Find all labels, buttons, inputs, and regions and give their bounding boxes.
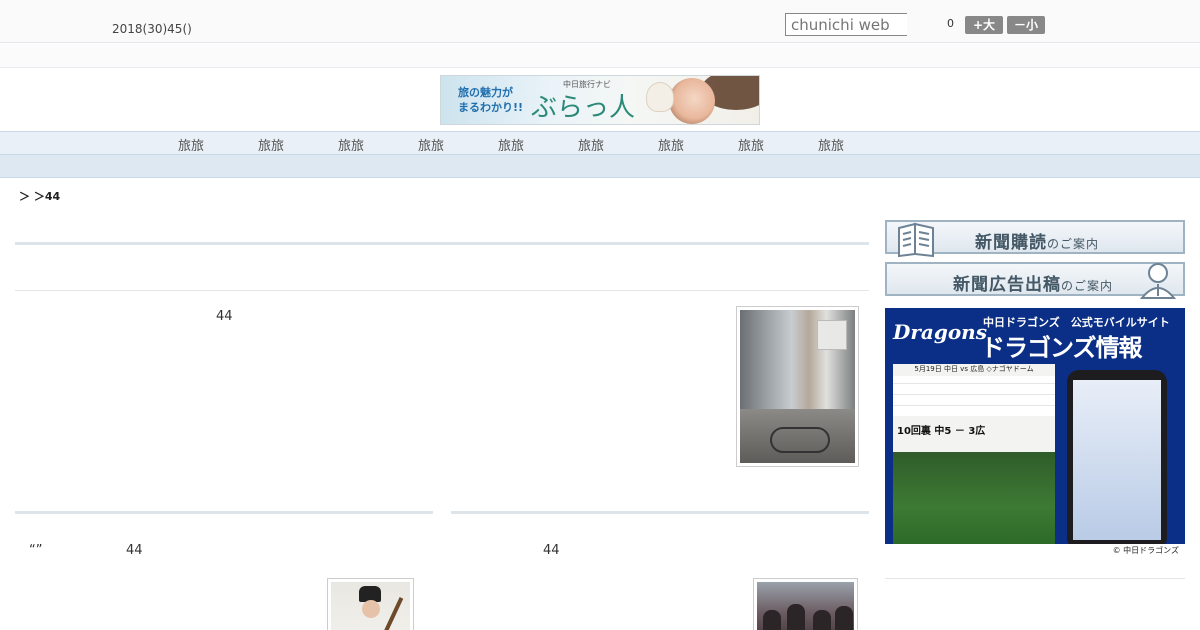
section-divider-thin xyxy=(15,290,869,291)
left-card-divider xyxy=(15,511,433,514)
banner-brand: ぶらっ人 xyxy=(531,93,636,123)
guitar-neck xyxy=(382,597,404,630)
scoreboard-grid xyxy=(893,376,1055,416)
ad-label: 新聞広告出稿のご案内 xyxy=(953,275,1114,295)
nav-item-4[interactable]: 旅旅 xyxy=(418,135,444,154)
travel-banner-ad[interactable]: 旅の魅力が まるわかり!! 中日旅行ナビ ぶらっ人 xyxy=(440,75,760,125)
shopping-street-photo xyxy=(740,310,855,463)
left-card-number: 44 xyxy=(126,543,143,558)
dragons-copyright: © 中日ドラゴンズ xyxy=(885,544,1185,558)
game-line: 5月19日 中日 vs 広島 ◇ナゴヤドーム xyxy=(914,365,1034,373)
nav-item-9[interactable]: 旅旅 xyxy=(818,135,844,154)
font-smaller-button[interactable]: －小 xyxy=(1007,16,1045,34)
person xyxy=(813,610,831,630)
baseball-field xyxy=(893,452,1055,544)
nav-item-7[interactable]: 旅旅 xyxy=(658,135,684,154)
header-date: 2018(30)45() xyxy=(112,22,192,36)
nav-item-1[interactable]: 旅旅 xyxy=(178,135,204,154)
main-article-photo[interactable] xyxy=(736,306,859,467)
person xyxy=(787,604,805,630)
person-icon xyxy=(1139,263,1177,299)
left-card-photo[interactable] xyxy=(327,578,414,630)
breadcrumb[interactable]: ＞ ＞44 xyxy=(19,188,60,204)
phone-screen xyxy=(1073,380,1161,540)
dragons-mobile-site-ad[interactable]: Dragons 中日ドラゴンズ 公式モバイルサイト ドラゴンズ情報 5月19日 … xyxy=(885,308,1185,558)
banner-model-face xyxy=(669,78,715,124)
person xyxy=(763,610,781,630)
newspaper-subscription-button[interactable]: 新聞購読のご案内 xyxy=(885,220,1185,258)
sub-nav xyxy=(0,155,1200,178)
shell-icon xyxy=(646,82,674,112)
right-card-divider xyxy=(451,511,869,514)
right-card-photo[interactable] xyxy=(753,578,858,630)
font-size-value: 0 xyxy=(947,17,954,30)
newspaper-icon xyxy=(898,222,934,258)
nav-item-8[interactable]: 旅旅 xyxy=(738,135,764,154)
guitarist-photo xyxy=(331,582,410,630)
main-nav: 旅旅 旅旅 旅旅 旅旅 旅旅 旅旅 旅旅 旅旅 旅旅 xyxy=(0,131,1200,155)
main-article-number: 44 xyxy=(216,309,233,324)
dragons-title: ドラゴンズ情報 xyxy=(981,334,1143,362)
bicycle xyxy=(770,427,830,453)
search-input[interactable] xyxy=(785,13,907,36)
inning-score: 10回裏 中5 － 3広 xyxy=(897,426,986,437)
sub-bar xyxy=(0,44,1200,68)
subscription-label: 新聞購読のご案内 xyxy=(975,233,1100,253)
nav-item-3[interactable]: 旅旅 xyxy=(338,135,364,154)
nav-item-6[interactable]: 旅旅 xyxy=(578,135,604,154)
person xyxy=(835,606,853,630)
section-divider xyxy=(15,242,869,245)
left-card-quote: “” xyxy=(29,543,43,558)
font-bigger-button[interactable]: +大 xyxy=(965,16,1003,34)
top-bar: 2018(30)45() 0 +大 －小 xyxy=(0,0,1200,43)
sidebar-divider xyxy=(885,578,1185,579)
nav-item-5[interactable]: 旅旅 xyxy=(498,135,524,154)
crowd-photo xyxy=(757,582,854,630)
right-card-number: 44 xyxy=(543,543,560,558)
banner-tagline: 旅の魅力が まるわかり!! xyxy=(458,86,524,114)
face xyxy=(362,600,380,618)
store-sign xyxy=(817,320,847,350)
smartphone xyxy=(1067,370,1167,550)
dragons-logo: Dragons xyxy=(893,320,987,344)
newspaper-ad-button[interactable]: 新聞広告出稿のご案内 xyxy=(885,262,1185,299)
scoreboard-panel: 5月19日 中日 vs 広島 ◇ナゴヤドーム 10回裏 中5 － 3広 xyxy=(893,364,1055,544)
nav-item-2[interactable]: 旅旅 xyxy=(258,135,284,154)
